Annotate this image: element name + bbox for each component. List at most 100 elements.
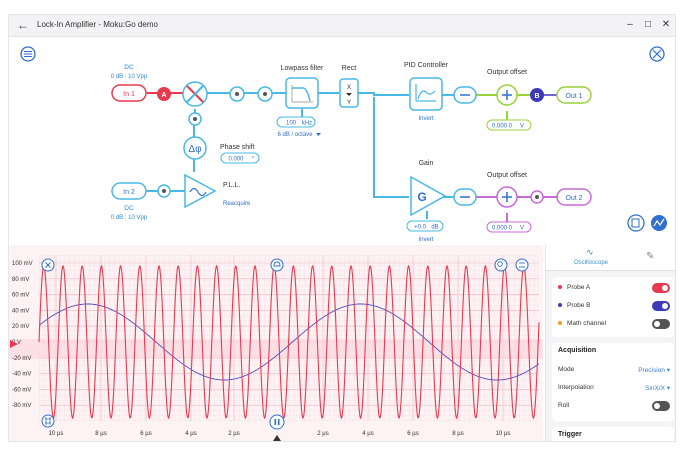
in1-range[interactable]: 0 dB : 10 Vpp: [111, 74, 148, 80]
probe-point-out2[interactable]: [530, 190, 544, 204]
probe-b-label: Probe B: [567, 302, 591, 309]
out1-label: Out 1: [565, 93, 582, 100]
probe-a-dot: [558, 285, 562, 289]
output-offset-2-field[interactable]: 0.000 0 V: [486, 221, 532, 233]
probe-b-toggle[interactable]: [652, 301, 670, 311]
phase-shift-block[interactable]: Δφ: [183, 136, 207, 160]
lowpass-freq-value: 100: [286, 121, 297, 127]
gain-block[interactable]: G: [410, 175, 447, 217]
probe-point-ref[interactable]: [188, 112, 202, 126]
in2-block[interactable]: In 2: [111, 182, 147, 200]
output-offset-2-value: 0.000 0: [492, 226, 513, 232]
x-tick-label: 6 µs: [140, 431, 151, 437]
title-bar: ← Lock-In Amplifier - Moku:Go demo – □ ✕: [9, 15, 675, 37]
maximize-button[interactable]: □: [641, 19, 655, 30]
y-tick-label: -80 mV: [12, 403, 31, 409]
interpolation-label: Interpolation: [558, 384, 594, 391]
in2-label: In 2: [123, 189, 135, 196]
in2-range[interactable]: 0 dB : 10 Vpp: [111, 215, 148, 221]
window-title: Lock-In Amplifier - Moku:Go demo: [37, 20, 158, 29]
x-tick-label: 8 µs: [95, 431, 106, 437]
lowpass-filter-block[interactable]: [285, 77, 319, 109]
probe-b-label: B: [534, 93, 539, 100]
x-axis-ticks: 10 µs 8 µs 6 µs 4 µs 2 µs 2 µs 4 µs 6 µs 8 µs 10 …: [49, 431, 511, 437]
mode-label: Mode: [558, 366, 575, 373]
math-channel-toggle[interactable]: [652, 319, 670, 329]
gain-value: +0.0: [414, 225, 427, 231]
rect-block[interactable]: X Y: [339, 78, 359, 108]
phase-shift-title: Phase shift: [220, 144, 255, 151]
pll-reacquire-button[interactable]: Reacquire: [223, 201, 251, 207]
pid-invert-toggle[interactable]: Invert: [418, 116, 433, 122]
grid-icon[interactable]: [41, 414, 55, 428]
rect-x-label: X: [347, 84, 352, 91]
zoom-icon[interactable]: [494, 258, 508, 272]
in2-coupling[interactable]: DC: [124, 205, 134, 212]
lowpass-title: Lowpass filter: [281, 65, 324, 72]
adder-1: [496, 84, 518, 106]
phase-symbol: Δφ: [188, 144, 202, 155]
probe-point-lpf-in[interactable]: [257, 86, 273, 102]
mode-row: Mode Precision ▾: [558, 363, 670, 377]
minus-button-1[interactable]: [453, 86, 477, 104]
probes-card: Probe A Probe B Math channel: [552, 277, 674, 337]
probe-b-dot: [558, 303, 562, 307]
output-offset-1-unit: V: [520, 124, 524, 130]
oscilloscope-plot[interactable]: 100 mV 80 mV 60 mV 40 mV 20 mV 0 V -20 mV -40 m…: [9, 245, 543, 441]
math-channel-row: Math channel: [558, 317, 670, 331]
adder-2: [496, 186, 518, 208]
gain-invert-toggle[interactable]: Invert: [418, 237, 433, 243]
probe-b-point[interactable]: B: [530, 88, 544, 102]
math-channel-dot: [558, 321, 562, 325]
mode-select[interactable]: Precision ▾: [638, 366, 670, 374]
gain-unit: dB: [431, 225, 438, 231]
tab-oscilloscope-label: Oscilloscope: [573, 260, 608, 266]
trigger-title: Trigger: [558, 431, 582, 438]
probe-a-label: Probe A: [567, 284, 591, 291]
out1-block[interactable]: Out 1: [556, 86, 592, 104]
close-icon[interactable]: [41, 258, 55, 272]
pause-icon[interactable]: [269, 414, 285, 430]
y-tick-label: -40 mV: [12, 372, 31, 378]
panel-tabs: ∿ Oscilloscope ✎: [546, 245, 675, 271]
pencil-icon[interactable]: ✎: [646, 251, 654, 262]
in1-coupling[interactable]: DC: [124, 64, 134, 71]
oscilloscope-toggle-icon[interactable]: [651, 215, 667, 231]
rect-y-label: Y: [347, 99, 352, 106]
y-tick-label: 60 mV: [12, 293, 29, 299]
y-axis-ticks: 100 mV80 mV60 mV40 mV20 mV0 V-20 mV-40 m…: [12, 261, 33, 409]
cloud-upload-icon[interactable]: [270, 258, 284, 272]
minimize-button[interactable]: –: [623, 19, 637, 30]
minus-button-2[interactable]: [453, 188, 477, 206]
autoscale-icon[interactable]: [515, 258, 529, 272]
pll-block[interactable]: [184, 173, 217, 209]
output-offset-2-unit: V: [520, 226, 524, 232]
probe-a-toggle[interactable]: [652, 283, 670, 293]
y-tick-label: 20 mV: [12, 324, 29, 330]
roll-toggle[interactable]: [652, 401, 670, 411]
output-offset-1-field[interactable]: 0.000 0 V: [486, 119, 532, 131]
interpolation-select[interactable]: SinX/X ▾: [645, 384, 670, 392]
phase-shift-field[interactable]: 0.000 °: [220, 152, 260, 164]
close-button[interactable]: ✕: [659, 19, 673, 30]
probe-point-mixer[interactable]: [229, 86, 245, 102]
arrow-left-icon[interactable]: ←: [17, 18, 29, 32]
probe-a-point[interactable]: A: [157, 87, 171, 101]
roll-label: Roll: [558, 402, 570, 409]
out2-block[interactable]: Out 2: [556, 188, 592, 206]
chevron-down-icon: [316, 133, 321, 136]
menu-icon[interactable]: [20, 46, 36, 62]
pid-controller-block[interactable]: [409, 77, 443, 111]
datalogger-icon[interactable]: [627, 214, 645, 232]
waveform-icon: ∿: [586, 247, 594, 257]
lowpass-slope-select[interactable]: 6 dB / octave: [277, 132, 313, 138]
probe-point-in2[interactable]: [157, 184, 171, 198]
tools-icon[interactable]: [649, 46, 665, 62]
lowpass-frequency-field[interactable]: 100 kHz: [276, 116, 316, 128]
tab-oscilloscope[interactable]: ∿ Oscilloscope: [546, 245, 636, 271]
in1-block[interactable]: In 1: [111, 84, 147, 102]
trigger-card: Trigger: [552, 427, 674, 441]
pll-title: P.L.L.: [223, 182, 240, 189]
gain-field[interactable]: +0.0 dB: [406, 220, 444, 232]
home-icon[interactable]: [273, 435, 281, 441]
